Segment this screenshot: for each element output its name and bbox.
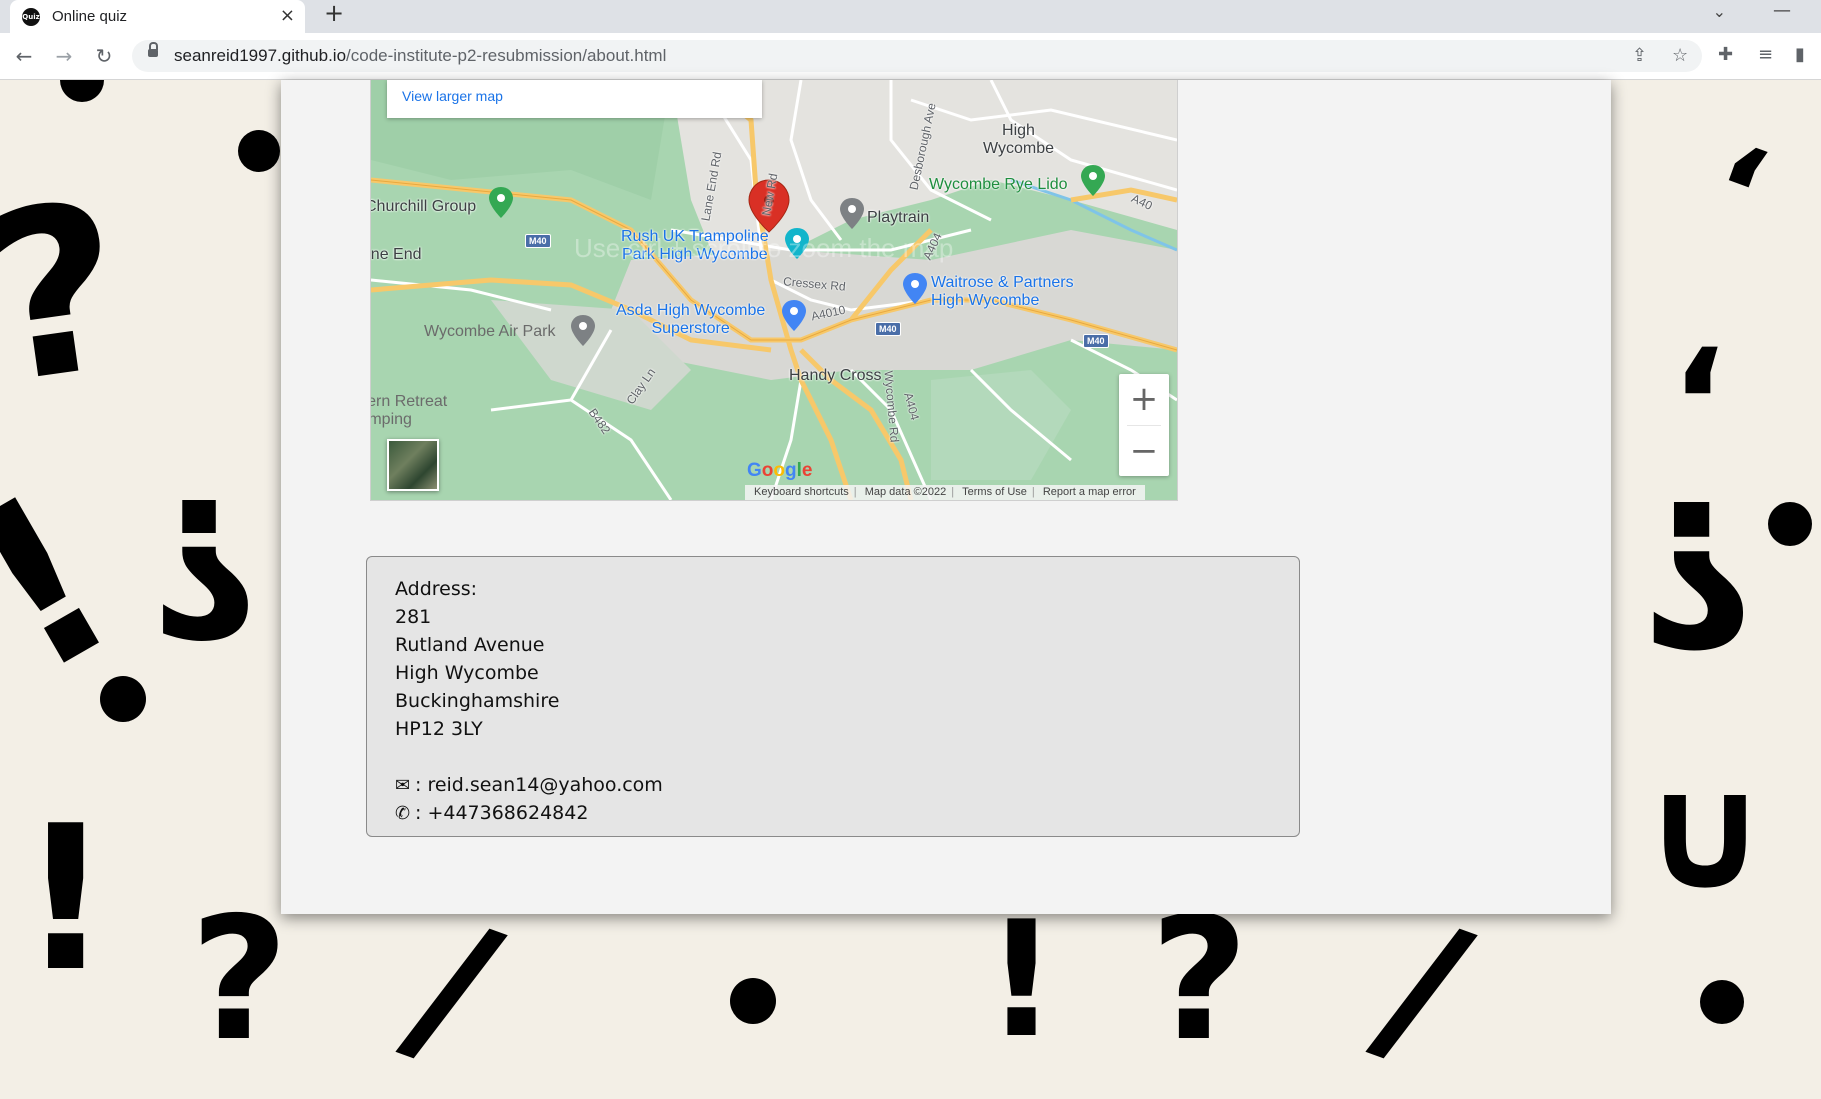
browser-tab[interactable]: Quiz Online quiz ×	[10, 0, 305, 33]
phone-text[interactable]: : +447368624842	[415, 802, 588, 824]
map-label-lane-end: Lane End	[370, 246, 422, 263]
url-text[interactable]: seanreid1997.github.io/code-institute-p2…	[174, 46, 666, 66]
reading-list-icon[interactable]: ≡	[1758, 44, 1773, 65]
bookmark-star-icon[interactable]: ☆	[1672, 45, 1688, 66]
map-pin-grey-icon[interactable]	[840, 198, 864, 229]
map-info-card: View larger map	[387, 80, 762, 118]
reload-icon[interactable]: ↻	[90, 42, 118, 70]
exclamation-decoration-3: !	[985, 886, 1058, 1073]
dot-decoration-3	[60, 80, 104, 102]
dot-decoration-5	[1768, 502, 1812, 546]
browser-toolbar: ← → ↻ seanreid1997.github.io/code-instit…	[0, 33, 1821, 80]
satellite-toggle-button[interactable]	[387, 439, 439, 491]
phone-icon: ✆	[395, 803, 411, 824]
dot-decoration	[100, 676, 146, 722]
terms-of-use-link[interactable]: Terms of Use	[962, 486, 1027, 498]
quiz-favicon-icon: Quiz	[22, 8, 40, 26]
keyboard-shortcuts-link[interactable]: Keyboard shortcuts	[754, 486, 849, 498]
new-tab-button[interactable]: +	[320, 0, 348, 28]
dot-decoration-4	[238, 130, 280, 172]
address-county: Buckinghamshire	[395, 690, 560, 712]
dot-decoration-6	[1700, 980, 1744, 1024]
inverted-question-decoration-2: ?	[1640, 454, 1757, 687]
m40-shield-icon: M40	[525, 234, 551, 248]
slash-decoration: /	[386, 880, 520, 1099]
map-label-wycombe-air-park: Wycombe Air Park	[424, 323, 556, 340]
url-host: seanreid1997.github.io	[174, 46, 347, 65]
email-text[interactable]: : reid.sean14@yahoo.com	[415, 774, 663, 796]
address-street: Rutland Avenue	[395, 634, 545, 656]
dot-decoration-2	[730, 978, 776, 1024]
share-icon[interactable]: ⇪	[1632, 45, 1647, 66]
address-heading: Address:	[395, 578, 478, 600]
address-number: 281	[395, 606, 432, 628]
tab-title: Online quiz	[52, 8, 128, 25]
address-postcode: HP12 3LY	[395, 718, 483, 740]
map-pin-green-icon[interactable]	[489, 187, 513, 218]
map-label-wycombe-rye-lido: Wycombe Rye Lido	[929, 176, 1068, 193]
email-row: ✉: reid.sean14@yahoo.com	[395, 771, 1299, 799]
map-label-handy-cross: Handy Cross	[789, 367, 882, 384]
view-larger-map-link[interactable]: View larger map	[402, 88, 503, 104]
exclamation-decoration-2: !	[20, 783, 112, 1016]
report-map-error-link[interactable]: Report a map error	[1043, 486, 1136, 498]
map-zoom-control: + −	[1119, 374, 1169, 476]
address-spacer	[395, 743, 1299, 771]
u-shape-decoration: ∩	[1640, 757, 1770, 944]
browser-tab-bar: Quiz Online quiz × + ⌄ —	[0, 0, 1821, 33]
map-label-high-wycombe: High Wycombe	[983, 122, 1054, 157]
zoom-in-button[interactable]: +	[1119, 374, 1169, 424]
back-arrow-icon[interactable]: ←	[10, 42, 38, 70]
map-label-playtrain: Playtrain	[867, 209, 930, 226]
lock-icon[interactable]	[148, 42, 158, 57]
map-label-churchill-group: Churchill Group	[370, 198, 477, 215]
tab-search-chevron-icon[interactable]: ⌄	[1713, 2, 1726, 21]
m40-shield-icon: M40	[875, 322, 901, 336]
map-attribution-bar: Keyboard shortcuts | Map data ©2022 | Term…	[745, 485, 1145, 500]
map-data-text: Map data ©2022	[864, 486, 947, 498]
window-minimize-icon[interactable]: —	[1773, 0, 1791, 21]
address-bar[interactable]: seanreid1997.github.io/code-institute-p2…	[132, 40, 1702, 72]
m40-shield-icon: M40	[1083, 334, 1109, 348]
google-map-embed[interactable]: High Wycombe Wycombe Rye Lido Churchill …	[370, 80, 1178, 501]
extensions-puzzle-icon[interactable]: ✚	[1718, 44, 1733, 65]
side-panel-icon[interactable]: ▮	[1795, 44, 1805, 65]
envelope-icon: ✉	[395, 775, 411, 796]
address-box: Address: 281 Rutland Avenue High Wycombe…	[366, 556, 1300, 837]
map-label-asda: Asda High Wycombe Superstore	[616, 302, 766, 337]
tab-close-icon[interactable]: ×	[280, 5, 295, 26]
map-label-waitrose: Waitrose & Partners High Wycombe	[931, 274, 1074, 309]
forward-arrow-icon[interactable]: →	[50, 42, 78, 70]
url-path: /code-institute-p2-resubmission/about.ht…	[346, 46, 667, 65]
inverted-question-decoration: ?	[150, 455, 261, 676]
comma-decoration: ,	[1687, 127, 1778, 274]
question-mark-decoration-3: ?	[1150, 881, 1249, 1079]
google-logo: Google	[747, 460, 813, 481]
phone-row: ✆: +447368624842	[395, 799, 1299, 827]
map-scroll-hint: Use ctrl + scroll to zoom the map	[574, 233, 954, 263]
map-label-retreat-camping: Western Retreat al Camping	[371, 393, 448, 428]
zoom-out-button[interactable]: −	[1119, 426, 1169, 476]
exclamation-decoration: !	[0, 442, 155, 727]
question-mark-decoration: ?	[0, 153, 140, 436]
address-town: High Wycombe	[395, 662, 539, 684]
question-mark-decoration-2: ?	[190, 881, 289, 1079]
slash-decoration-2: /	[1356, 880, 1490, 1099]
